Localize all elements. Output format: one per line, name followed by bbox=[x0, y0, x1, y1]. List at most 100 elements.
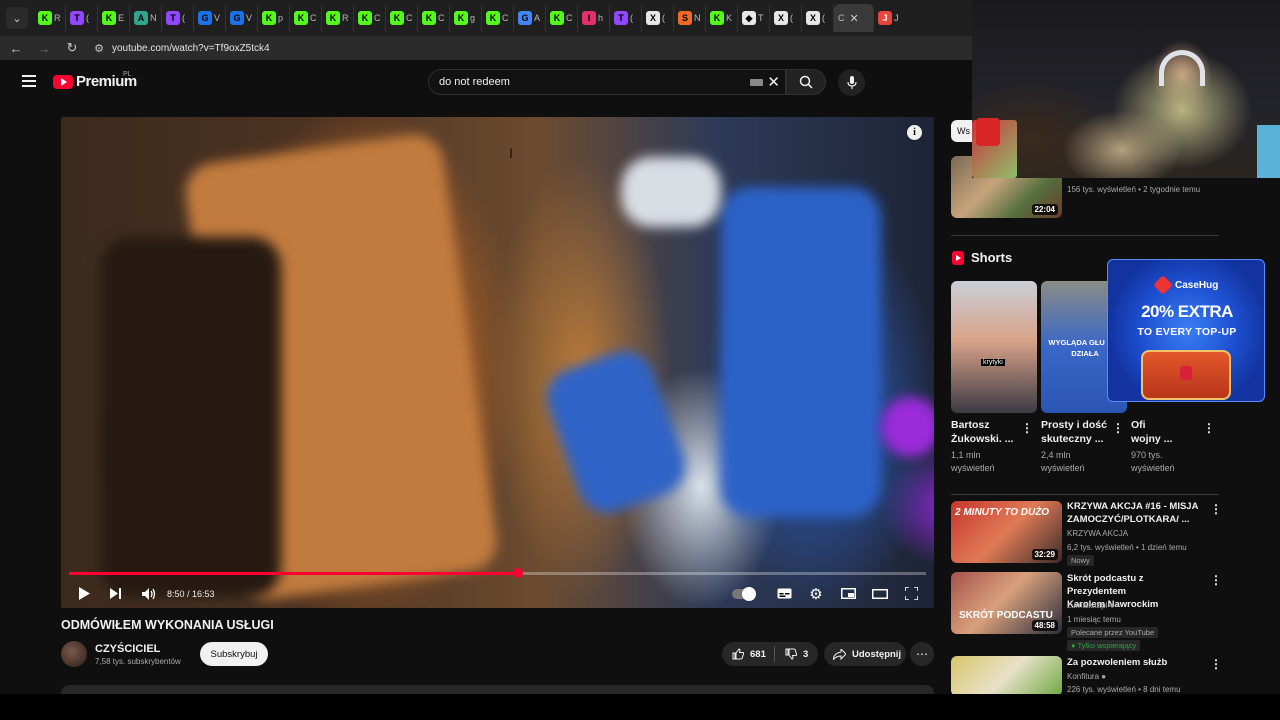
share-button[interactable]: Udostępnij bbox=[824, 642, 906, 666]
browser-tab[interactable]: AN bbox=[130, 4, 162, 32]
tab-search-menu-icon[interactable]: ⌄ bbox=[6, 7, 28, 29]
voice-search-button[interactable] bbox=[838, 69, 865, 96]
play-icon[interactable] bbox=[77, 587, 91, 600]
browser-tab[interactable]: ◆ T bbox=[738, 4, 770, 32]
short-title[interactable]: Bartosz Żukowski. ... bbox=[951, 418, 1021, 446]
short-title[interactable]: Prosty i dość skuteczny ... bbox=[1041, 418, 1111, 446]
browser-tab[interactable]: Ih bbox=[578, 4, 610, 32]
browser-tab[interactable]: X( bbox=[642, 4, 674, 32]
channel-label[interactable]: Konfitura ● bbox=[1067, 670, 1106, 683]
short-views: 2,4 mln wyświetleń bbox=[1041, 450, 1085, 473]
search-icon bbox=[799, 75, 813, 89]
tab-close-icon[interactable]: ✕ bbox=[850, 12, 859, 25]
search-input[interactable] bbox=[439, 76, 739, 88]
recommended-title[interactable]: KRZYWA AKCJA #16 - MISJA ZAMOCZYĆ/PLOTKAR… bbox=[1067, 500, 1202, 526]
forward-arrow-icon[interactable]: → bbox=[32, 36, 56, 60]
subscribe-button[interactable]: Subskrybuj bbox=[200, 642, 268, 666]
volume-icon[interactable] bbox=[141, 587, 157, 600]
channel-label[interactable]: KRZYWA AKCJA bbox=[1067, 527, 1128, 540]
browser-tab[interactable]: T( bbox=[66, 4, 98, 32]
browser-tab[interactable]: Kp bbox=[258, 4, 290, 32]
video-meta: 1 miesiąc temu bbox=[1067, 615, 1121, 624]
site-info-icon[interactable]: ⚙ bbox=[90, 39, 108, 57]
more-actions-icon[interactable]: ⋯ bbox=[910, 642, 934, 666]
browser-tab[interactable]: KC bbox=[546, 4, 578, 32]
short-title[interactable]: Ofi wojny ... bbox=[1131, 418, 1201, 446]
browser-tab[interactable]: KE bbox=[98, 4, 130, 32]
menu-icon[interactable] bbox=[22, 75, 36, 87]
short-menu-icon[interactable]: ⋮ bbox=[1203, 421, 1215, 435]
browser-tab[interactable]: KC bbox=[290, 4, 322, 32]
video-menu-icon[interactable]: ⋮ bbox=[1210, 657, 1222, 671]
miniplayer-icon[interactable] bbox=[840, 588, 856, 599]
channel-avatar[interactable] bbox=[61, 641, 87, 667]
browser-tab[interactable]: GV bbox=[226, 4, 258, 32]
browser-tab[interactable]: KK bbox=[706, 4, 738, 32]
clear-search-icon[interactable]: ✕ bbox=[767, 73, 780, 91]
autoplay-toggle[interactable] bbox=[732, 586, 756, 601]
recommended-thumbnail[interactable] bbox=[951, 656, 1062, 696]
video-meta: 156 tys. wyświetleń • 2 tygodnie temu bbox=[1067, 185, 1201, 194]
short-thumbnail[interactable]: krytyki bbox=[951, 281, 1037, 413]
tab-label: R bbox=[342, 13, 349, 23]
tab-label: g bbox=[470, 13, 476, 23]
browser-tab[interactable]: KC bbox=[482, 4, 514, 32]
keyboard-icon[interactable] bbox=[750, 79, 763, 86]
like-button[interactable]: 681 bbox=[722, 648, 774, 660]
text-cursor-icon: I bbox=[509, 145, 513, 161]
next-icon[interactable] bbox=[109, 588, 123, 599]
recommended-badge: Polecane przez YouTube bbox=[1067, 627, 1159, 638]
ad-overlay[interactable]: CaseHug 20% EXTRA TO EVERY TOP-UP bbox=[1107, 259, 1265, 402]
back-arrow-icon[interactable]: ← bbox=[4, 36, 28, 60]
browser-tab[interactable]: KR bbox=[322, 4, 354, 32]
video-menu-icon[interactable]: ⋮ bbox=[1210, 573, 1222, 587]
channel-label[interactable]: zurnalistapl ● bbox=[1067, 599, 1115, 612]
browser-tab[interactable]: KR bbox=[34, 4, 66, 32]
tab-label: C bbox=[502, 13, 509, 23]
tab-label: ( bbox=[182, 13, 185, 23]
dislike-button[interactable]: 3 bbox=[775, 648, 817, 660]
tab-label: V bbox=[246, 13, 253, 23]
short-menu-icon[interactable]: ⋮ bbox=[1021, 421, 1033, 435]
tab-last[interactable]: J J bbox=[874, 4, 906, 32]
theater-mode-icon[interactable] bbox=[872, 588, 888, 599]
reload-icon[interactable]: ↻ bbox=[60, 36, 84, 60]
tab-active[interactable]: C ✕ bbox=[834, 4, 874, 32]
browser-tab[interactable]: SN bbox=[674, 4, 706, 32]
recommended-title[interactable]: Za pozwoleniem służb bbox=[1067, 656, 1202, 669]
search-button[interactable] bbox=[786, 69, 826, 95]
youtube-premium-logo[interactable]: Premium PL bbox=[53, 71, 137, 90]
url-field[interactable]: youtube.com/watch?v=Tf9oxZ5tck4 bbox=[112, 43, 270, 54]
short-menu-icon[interactable]: ⋮ bbox=[1112, 421, 1124, 435]
webcam-mug-shape bbox=[976, 118, 1000, 146]
settings-gear-icon[interactable]: ⚙ bbox=[808, 585, 824, 603]
browser-tab[interactable]: T( bbox=[162, 4, 194, 32]
browser-tab[interactable]: KC bbox=[386, 4, 418, 32]
bottom-bar bbox=[0, 694, 1280, 720]
video-player[interactable]: i I 8:50 / 16:53 ⚙ bbox=[61, 117, 934, 608]
subtitles-icon[interactable] bbox=[776, 588, 792, 599]
progress-scrubber[interactable] bbox=[513, 568, 524, 578]
video-menu-icon[interactable]: ⋮ bbox=[1210, 502, 1222, 516]
browser-tab[interactable]: X( bbox=[802, 4, 834, 32]
fullscreen-icon[interactable] bbox=[904, 587, 918, 600]
tab-label: C bbox=[566, 13, 573, 23]
browser-tab[interactable]: KC bbox=[418, 4, 450, 32]
browser-tab[interactable]: GA bbox=[514, 4, 546, 32]
recommended-thumbnail[interactable]: SKRÓT PODCASTU 48:58 bbox=[951, 572, 1062, 634]
browser-tab[interactable]: Kg bbox=[450, 4, 482, 32]
tab-label: A bbox=[534, 13, 541, 23]
twitch-icon: T bbox=[166, 11, 180, 25]
browser-tab[interactable]: KC bbox=[354, 4, 386, 32]
browser-tab[interactable]: T( bbox=[610, 4, 642, 32]
verified-icon: ● bbox=[1101, 672, 1107, 681]
browser-tab[interactable]: X( bbox=[770, 4, 802, 32]
recommended-thumbnail[interactable]: 2 MINUTY TO DUŻO 32:29 bbox=[951, 501, 1062, 563]
info-icon[interactable]: i bbox=[907, 125, 922, 140]
browser-tab-bar: ⌄ K R T(K E A N T(G V G V Kp K C K R K C K C K C Kg K C G A K C Ih T(… bbox=[0, 0, 972, 36]
progress-bar[interactable] bbox=[69, 568, 926, 578]
tab-label: E bbox=[118, 13, 125, 23]
webcam-headset-shape bbox=[1159, 50, 1205, 86]
channel-name[interactable]: CZYŚCICIEL bbox=[95, 643, 160, 655]
browser-tab[interactable]: GV bbox=[194, 4, 226, 32]
